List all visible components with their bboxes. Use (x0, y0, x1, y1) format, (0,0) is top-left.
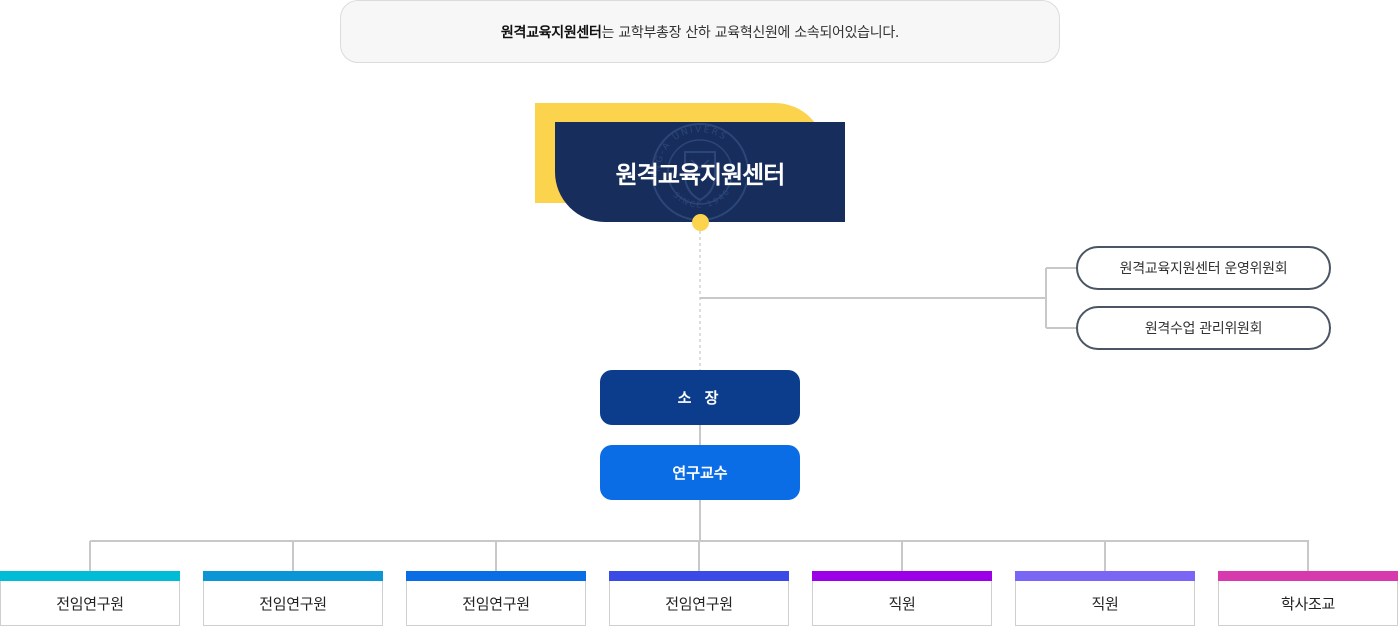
professor-label: 연구교수 (672, 464, 728, 482)
staff-box: 직원 (812, 571, 992, 626)
staff-box: 직원 (1015, 571, 1195, 626)
title-connector-dot (692, 214, 709, 231)
director-box: 소 장 (600, 370, 800, 425)
staff-label: 전임연구원 (462, 594, 530, 613)
staff-color-bar (812, 571, 992, 581)
committee-label: 원격교육지원센터 운영위원회 (1119, 261, 1288, 277)
staff-color-bar (406, 571, 586, 581)
committee-label: 원격수업 관리위원회 (1144, 321, 1263, 337)
committee-operation: 원격교육지원센터 운영위원회 (1076, 246, 1331, 290)
staff-label: 전임연구원 (259, 594, 327, 613)
staff-color-bar (609, 571, 789, 581)
staff-label: 전임연구원 (56, 594, 124, 613)
staff-color-bar (1218, 571, 1398, 581)
center-title-box: NG-A UNIVERS SINCE 1946 원격교육지원센터 (555, 122, 845, 222)
staff-label: 전임연구원 (665, 594, 733, 613)
committee-class-management: 원격수업 관리위원회 (1076, 306, 1331, 350)
center-title: 원격교육지원센터 (615, 160, 786, 189)
staff-label: 직원 (1091, 594, 1119, 613)
research-professor-box: 연구교수 (600, 445, 800, 500)
staff-box: 전임연구원 (609, 571, 789, 626)
staff-drop-lines (89, 541, 1309, 572)
staff-color-bar (1015, 571, 1195, 581)
staff-color-bar (203, 571, 383, 581)
staff-color-bar (0, 571, 180, 581)
director-label: 소 장 (677, 389, 723, 407)
staff-box: 전임연구원 (203, 571, 383, 626)
staff-box: 전임연구원 (0, 571, 180, 626)
staff-label: 직원 (888, 594, 916, 613)
staff-label: 학사조교 (1280, 594, 1335, 613)
staff-box: 학사조교 (1218, 571, 1398, 626)
staff-box: 전임연구원 (406, 571, 586, 626)
